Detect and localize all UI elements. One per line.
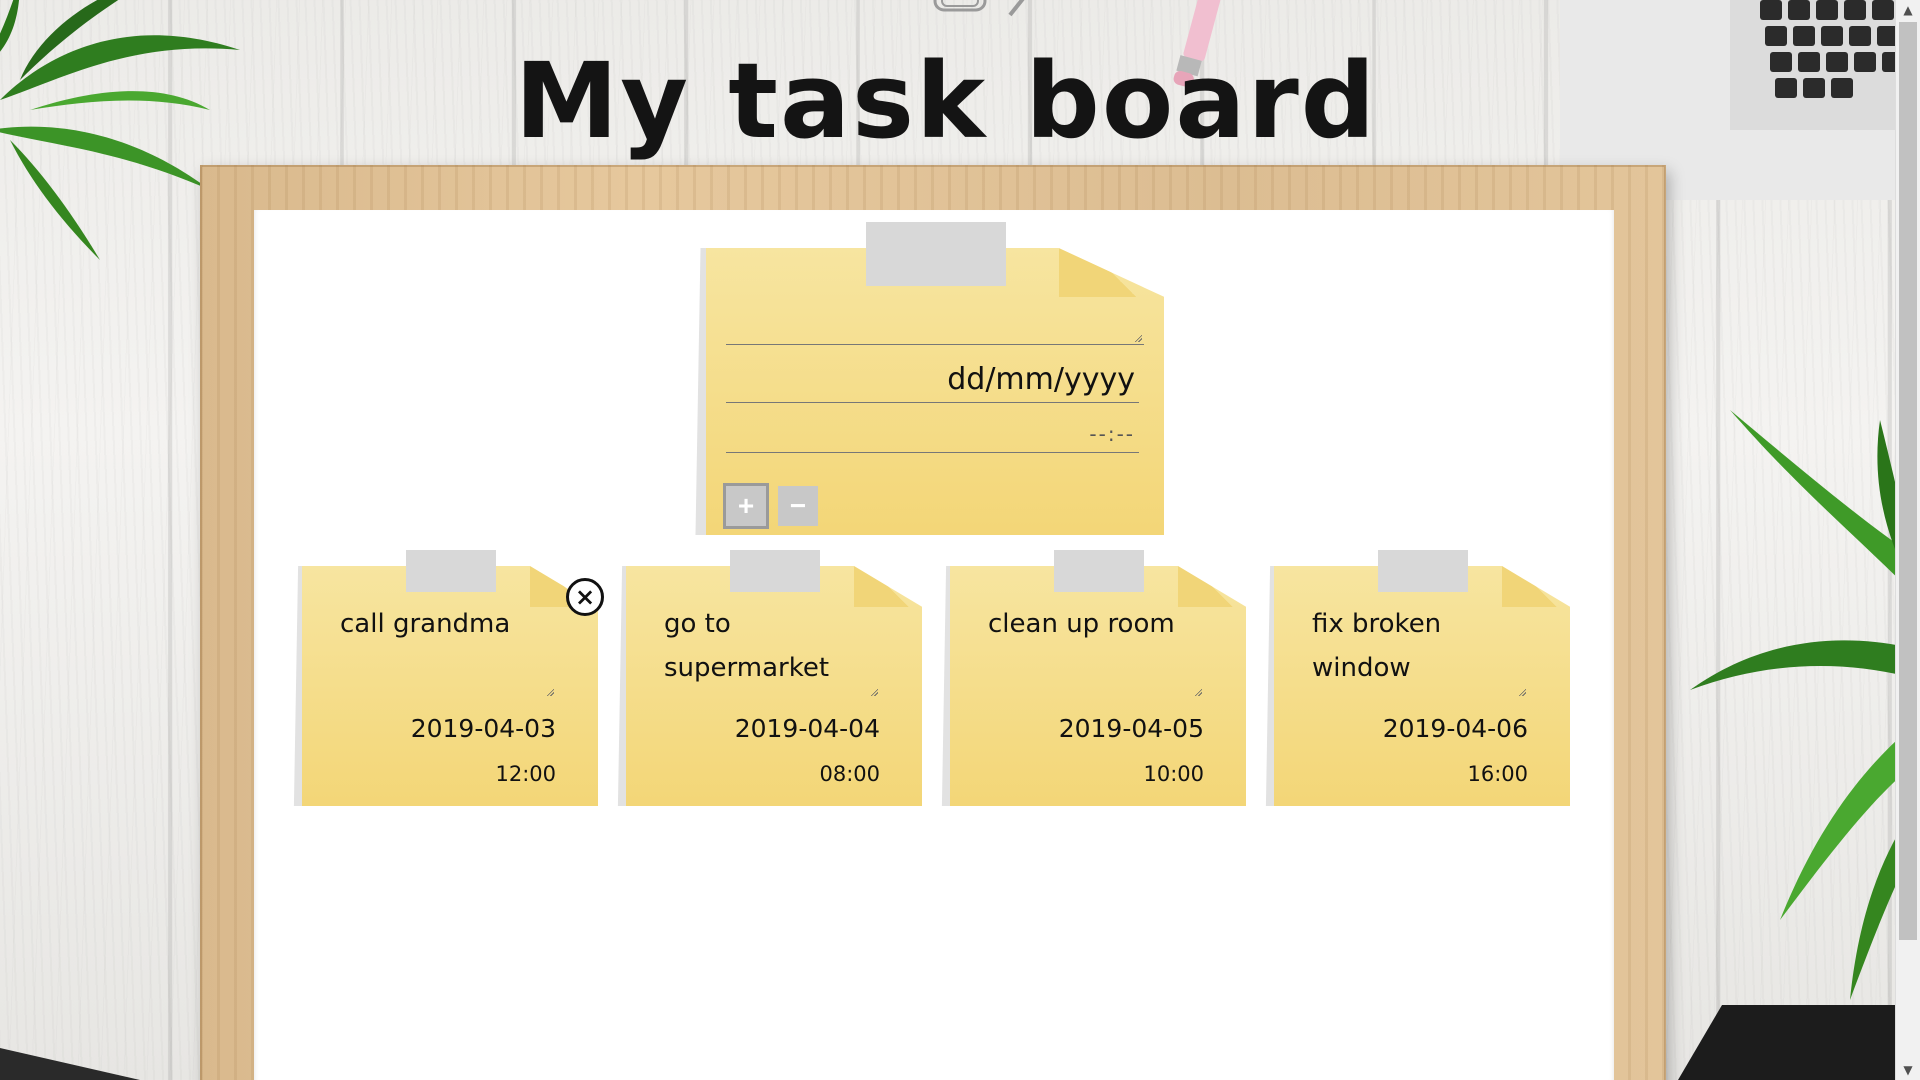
task-date: 2019-04-06 xyxy=(1382,714,1528,743)
notebook-decoration-left xyxy=(0,1048,140,1080)
scroll-down-arrow-icon[interactable]: ▼ xyxy=(1896,1060,1920,1080)
resize-grip-icon[interactable] xyxy=(1134,334,1142,342)
task-text[interactable]: fix broken window xyxy=(1312,602,1512,690)
time-input[interactable]: --:-- xyxy=(726,416,1139,453)
resize-grip-icon[interactable] xyxy=(546,688,554,696)
tape xyxy=(1054,550,1144,592)
task-text-input[interactable] xyxy=(726,284,1144,345)
resize-grip-icon[interactable] xyxy=(870,688,878,696)
plant-decoration-right xyxy=(1690,410,1920,1000)
notebook-decoration xyxy=(1678,1005,1898,1080)
resize-grip-icon[interactable] xyxy=(1518,688,1526,696)
tape xyxy=(866,222,1006,286)
date-input[interactable]: dd/mm/yyyy xyxy=(726,358,1139,403)
task-date: 2019-04-04 xyxy=(734,714,880,743)
page-title: My task board xyxy=(514,40,1378,162)
task-note[interactable]: go to supermarket 2019-04-04 08:00 xyxy=(626,566,922,806)
scrollbar-thumb[interactable] xyxy=(1899,22,1917,940)
scroll-up-arrow-icon[interactable]: ▲ xyxy=(1896,0,1920,20)
task-note[interactable]: clean up room 2019-04-05 10:00 xyxy=(950,566,1246,806)
task-time: 12:00 xyxy=(495,762,556,786)
tape xyxy=(730,550,820,592)
task-note[interactable]: fix broken window 2019-04-06 16:00 xyxy=(1274,566,1570,806)
task-date: 2019-04-03 xyxy=(410,714,556,743)
new-task-form: dd/mm/yyyy --:-- + − xyxy=(706,248,1164,535)
tape xyxy=(1378,550,1468,592)
paperclips-decoration xyxy=(933,0,1025,17)
resize-grip-icon[interactable] xyxy=(1194,688,1202,696)
task-text[interactable]: call grandma xyxy=(340,602,540,646)
task-text[interactable]: go to supermarket xyxy=(664,602,864,690)
clear-form-button[interactable]: − xyxy=(778,486,818,526)
tape xyxy=(406,550,496,592)
add-task-button[interactable]: + xyxy=(723,483,769,529)
task-date: 2019-04-05 xyxy=(1058,714,1204,743)
task-time: 16:00 xyxy=(1467,762,1528,786)
task-time: 08:00 xyxy=(819,762,880,786)
task-time: 10:00 xyxy=(1143,762,1204,786)
task-note[interactable]: call grandma 2019-04-03 12:00 xyxy=(302,566,598,806)
vertical-scrollbar[interactable]: ▲ ▼ xyxy=(1895,0,1920,1080)
close-icon[interactable]: × xyxy=(566,578,604,616)
task-text[interactable]: clean up room xyxy=(988,602,1188,646)
